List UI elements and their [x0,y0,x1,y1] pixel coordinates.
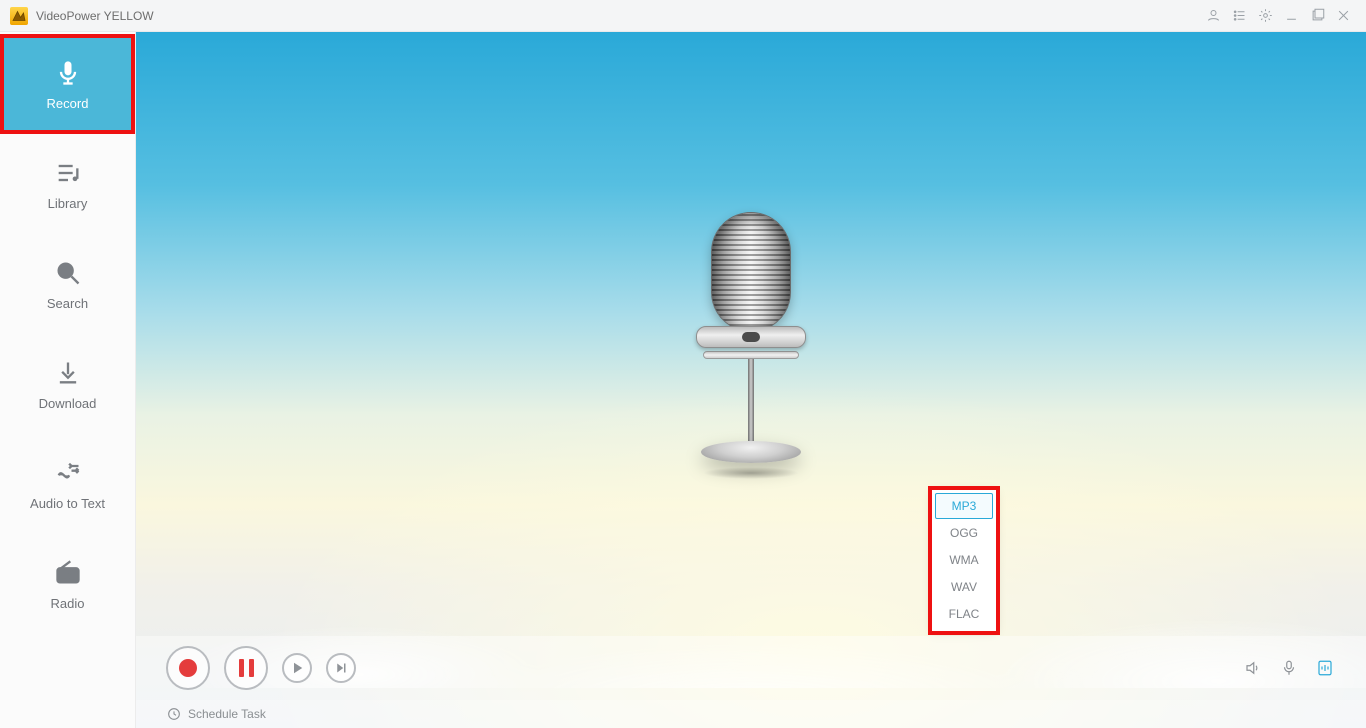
sidebar-item-record[interactable]: Record [0,34,135,134]
sidebar-item-label: Library [48,196,88,211]
sound-source-icon[interactable] [1242,657,1264,679]
sidebar-item-label: Record [47,96,89,111]
sidebar-item-label: Download [39,396,97,411]
close-icon[interactable] [1330,3,1356,29]
radio-icon [53,558,83,588]
record-button[interactable] [166,646,210,690]
app-title: VideoPower YELLOW [36,9,154,23]
pause-icon [239,659,254,677]
footer-bar: Schedule Task [136,700,1366,728]
account-icon[interactable] [1200,3,1226,29]
sidebar-item-label: Radio [51,596,85,611]
titlebar: VideoPower YELLOW [0,0,1366,32]
sidebar-item-radio[interactable]: Radio [0,534,135,634]
format-dropdown[interactable]: MP3 OGG WMA WAV FLAC [932,490,996,631]
app-logo-icon [10,7,28,25]
format-option-wma[interactable]: WMA [935,547,993,573]
clock-icon [166,706,182,722]
sidebar-item-audio-to-text[interactable]: Audio to Text [0,434,135,534]
microphone-icon [53,58,83,88]
playback-controls [136,636,1366,700]
format-option-wav[interactable]: WAV [935,574,993,600]
audio-to-text-icon [53,458,83,488]
settings-gear-icon[interactable] [1252,3,1278,29]
play-button[interactable] [282,653,312,683]
schedule-task-link[interactable]: Schedule Task [188,707,266,721]
format-option-ogg[interactable]: OGG [935,520,993,546]
format-option-flac[interactable]: FLAC [935,601,993,627]
search-icon [53,258,83,288]
download-icon [53,358,83,388]
sidebar-item-label: Audio to Text [30,496,105,511]
sidebar-item-search[interactable]: Search [0,234,135,334]
sidebar-item-label: Search [47,296,88,311]
format-select-icon[interactable] [1314,657,1336,679]
play-icon [288,659,306,677]
format-option-mp3[interactable]: MP3 [935,493,993,519]
library-icon [53,158,83,188]
maximize-icon[interactable] [1304,3,1330,29]
minimize-icon[interactable] [1278,3,1304,29]
sidebar-item-download[interactable]: Download [0,334,135,434]
sidebar-item-library[interactable]: Library [0,134,135,234]
next-icon [332,659,350,677]
mic-source-icon[interactable] [1278,657,1300,679]
pause-button[interactable] [224,646,268,690]
record-dot-icon [179,659,197,677]
next-button[interactable] [326,653,356,683]
main-record-view: MP3 OGG WMA WAV FLAC [136,32,1366,728]
tasklist-icon[interactable] [1226,3,1252,29]
sidebar: Record Library Search Download Audio to [0,32,136,728]
